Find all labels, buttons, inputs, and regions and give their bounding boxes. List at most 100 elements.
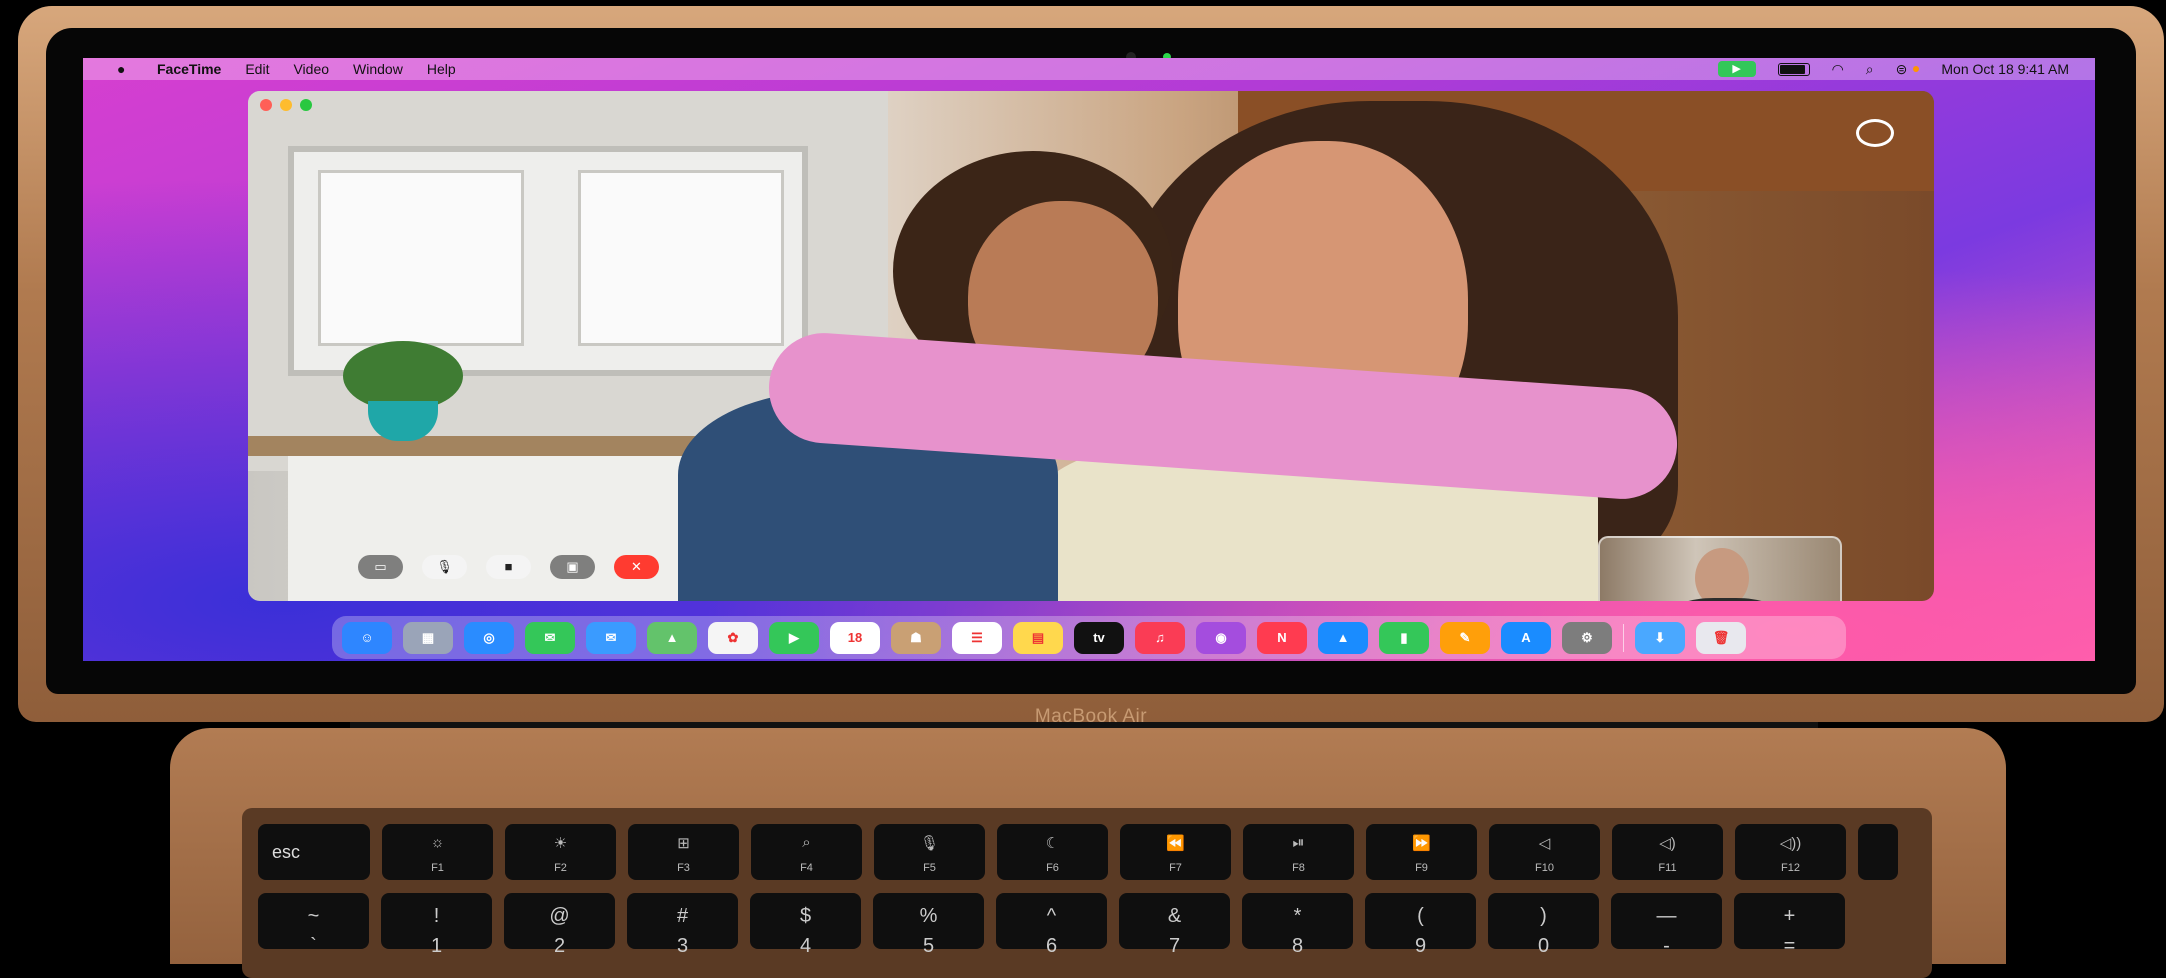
key-0[interactable]: ~ ` <box>258 893 369 957</box>
menu-clock[interactable]: Mon Oct 18 9:41 AM <box>1941 61 2069 77</box>
dock-pages-icon[interactable]: ✎ <box>1440 621 1490 654</box>
dock-trash-icon[interactable]: 🗑 <box>1696 621 1746 654</box>
share-screen-button[interactable]: ▣ <box>550 555 595 579</box>
spotlight-search-icon[interactable]: ⌕ <box>1866 61 1874 78</box>
key-10[interactable]: ) 0 <box>1488 893 1599 957</box>
window-pane <box>578 170 784 346</box>
menu-window[interactable]: Window <box>353 61 403 77</box>
key-symbol: ☀ <box>553 835 568 852</box>
key-f1[interactable]: ☼ F1 <box>382 824 493 880</box>
key-f3[interactable]: ⊞ F3 <box>628 824 739 880</box>
dock-mail-icon[interactable]: ✉ <box>586 621 636 654</box>
key-f6[interactable]: ☾ F6 <box>997 824 1108 880</box>
key-shift-label: — <box>1656 905 1677 927</box>
sidebar-button[interactable]: ▭ <box>358 555 403 579</box>
close-window-button[interactable] <box>260 99 272 111</box>
key-f9[interactable]: ⏩ F9 <box>1366 824 1477 880</box>
key-fn-label: F9 <box>1415 862 1428 874</box>
key-6[interactable]: ^ 6 <box>996 893 1107 957</box>
key-1[interactable]: ! 1 <box>381 893 492 957</box>
end-call-button[interactable]: ✕ <box>614 555 659 579</box>
dock-downloads-icon[interactable]: ⬇ <box>1635 621 1685 654</box>
apple-logo-icon[interactable]: ● <box>117 61 135 77</box>
dock-apple-tv-icon[interactable]: tv <box>1074 621 1124 654</box>
live-photo-shutter-icon[interactable] <box>1856 119 1894 147</box>
key-fn-label: F8 <box>1292 862 1305 874</box>
dock-news-icon[interactable]: N <box>1257 621 1307 654</box>
menu-edit[interactable]: Edit <box>245 61 269 77</box>
mute-button[interactable]: 🎙 <box>422 555 467 579</box>
key-shift-label: @ <box>549 905 570 927</box>
key-9[interactable]: (9 <box>1365 893 1476 957</box>
window-controls <box>260 99 312 111</box>
key-esc[interactable]: esc <box>258 824 370 880</box>
camera-button[interactable]: ■ <box>486 555 531 579</box>
dock-launchpad-icon[interactable]: ▦ <box>403 621 453 654</box>
dock-reminders-icon[interactable]: ☰ <box>952 621 1002 654</box>
dock-photos-icon[interactable]: ✿ <box>708 621 758 654</box>
key-4[interactable]: $4 <box>750 893 861 957</box>
key-main-label: = <box>1783 935 1796 957</box>
key-fn-label: F5 <box>923 862 936 874</box>
key-shift-label: # <box>676 905 689 927</box>
key-main-label: 2 <box>553 935 566 957</box>
key-power[interactable] <box>1858 824 1898 880</box>
key-7[interactable]: & 7 <box>1119 893 1230 957</box>
number-key-row: ~ `! 1 @2 #3 $4% 5 ^ 6 & 7 * 8(9) 0— - + = <box>258 893 1845 957</box>
menu-app-name[interactable]: FaceTime <box>157 61 221 77</box>
key-shift-label: ) <box>1540 905 1547 927</box>
key-f11[interactable]: ◁) F11 <box>1612 824 1723 880</box>
dock-facetime-icon[interactable]: ▶ <box>769 621 819 654</box>
menu-video[interactable]: Video <box>293 61 329 77</box>
function-key-row: esc ☼ F1 ☀ F2 ⊞ F3 ⌕ F4 🎙 F5 ☾ F6 ⏪ F7 ⏯ F8 ⏩ F9 ◁ F10 ◁) F11 ◁… <box>258 824 1898 880</box>
key-f4[interactable]: ⌕ F4 <box>751 824 862 880</box>
dock-numbers-icon[interactable]: ▮ <box>1379 621 1429 654</box>
key-fn-label: F1 <box>431 862 444 874</box>
control-center-icon[interactable]: ⊜ <box>1896 61 1908 78</box>
key-main-label: 8 <box>1291 935 1304 957</box>
dock-maps-icon[interactable]: ▲ <box>647 621 697 654</box>
battery-icon[interactable] <box>1777 62 1810 76</box>
dock-podcasts-icon[interactable]: ◉ <box>1196 621 1246 654</box>
dock-system-preferences-icon[interactable]: ⚙ <box>1562 621 1612 654</box>
video-scene-sink <box>288 456 728 601</box>
key-3[interactable]: #3 <box>627 893 738 957</box>
dock-messages-icon[interactable]: ✉ <box>525 621 575 654</box>
key-8[interactable]: * 8 <box>1242 893 1353 957</box>
wifi-icon[interactable]: ◠ <box>1832 61 1844 78</box>
key-f12[interactable]: ◁)) F12 <box>1735 824 1846 880</box>
key-f10[interactable]: ◁ F10 <box>1489 824 1600 880</box>
key-11[interactable]: — - <box>1611 893 1722 957</box>
key-f8[interactable]: ⏯ F8 <box>1243 824 1354 880</box>
dock-notes-icon[interactable]: ▤ <box>1013 621 1063 654</box>
dock-app-store-icon[interactable]: A <box>1501 621 1551 654</box>
key-fn-label: F12 <box>1781 862 1800 874</box>
key-fn-label: F4 <box>800 862 813 874</box>
key-main-label: 5 <box>922 935 935 957</box>
key-f2[interactable]: ☀ F2 <box>505 824 616 880</box>
dock-finder-icon[interactable]: ☺ <box>342 621 392 654</box>
dock-calendar-icon[interactable]: 18 <box>830 621 880 654</box>
key-2[interactable]: @2 <box>504 893 615 957</box>
minimize-window-button[interactable] <box>280 99 292 111</box>
key-5[interactable]: % 5 <box>873 893 984 957</box>
key-shift-label: % <box>919 905 938 927</box>
camera-in-use-icon[interactable]: ▶ <box>1717 61 1756 77</box>
key-12[interactable]: + = <box>1734 893 1845 957</box>
key-f7[interactable]: ⏪ F7 <box>1120 824 1231 880</box>
key-f5[interactable]: 🎙 F5 <box>874 824 985 880</box>
key-symbol: ⊞ <box>677 835 690 852</box>
dock-safari-icon[interactable]: ◎ <box>464 621 514 654</box>
dock: ☺ ▦ ◎ ✉ ✉ ▲ ✿ ▶ 18 ☗ ☰ ▤ tv ♫ ◉ N ▲ ▮ ✎ A ⚙ ⬇ 🗑 <box>332 616 1846 659</box>
menu-help[interactable]: Help <box>427 61 456 77</box>
mic-in-use-indicator <box>1913 66 1920 72</box>
key-fn-label: F10 <box>1535 862 1554 874</box>
key-fn-label: F7 <box>1169 862 1182 874</box>
fullscreen-window-button[interactable] <box>300 99 312 111</box>
menu-bar: ● FaceTime Edit Video Window Help ▶ ◠ ⌕ … <box>83 58 2095 80</box>
dock-music-icon[interactable]: ♫ <box>1135 621 1185 654</box>
self-view-pip[interactable] <box>1598 536 1842 601</box>
laptop-base: esc ☼ F1 ☀ F2 ⊞ F3 ⌕ F4 🎙 F5 ☾ F6 ⏪ F7 ⏯ F8 ⏩ F9 ◁ F10 ◁) F11 ◁… <box>170 728 2006 978</box>
dock-contacts-icon[interactable]: ☗ <box>891 621 941 654</box>
dock-keynote-icon[interactable]: ▲ <box>1318 621 1368 654</box>
